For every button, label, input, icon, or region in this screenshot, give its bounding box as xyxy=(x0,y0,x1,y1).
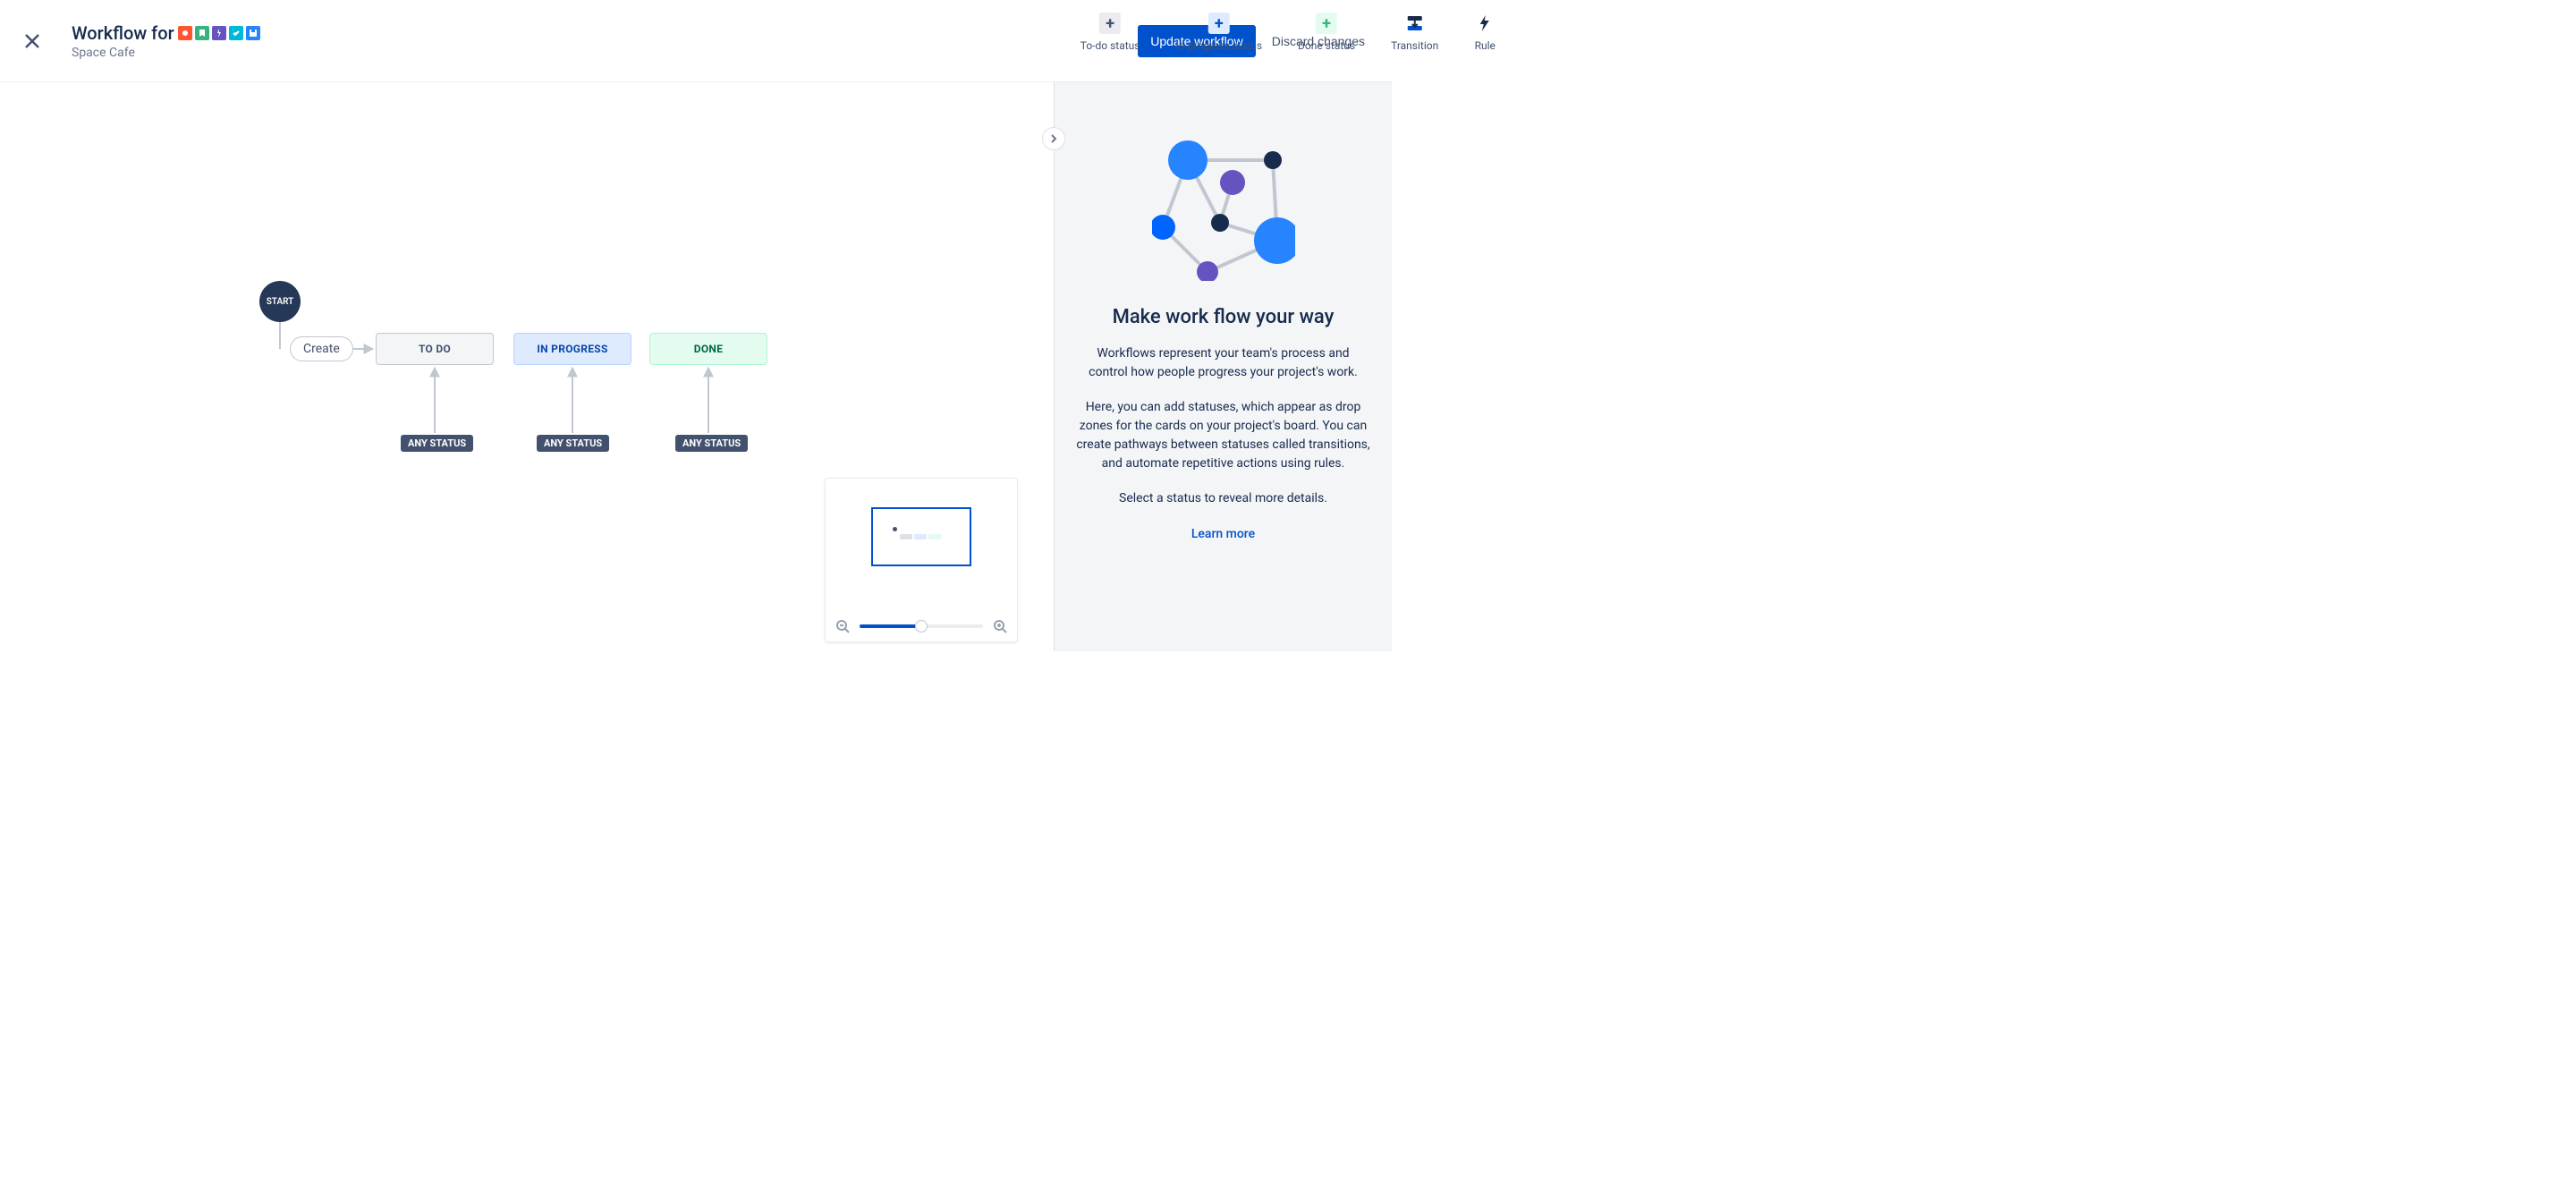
zoom-out-button[interactable] xyxy=(835,618,851,634)
bolt-icon xyxy=(1474,13,1496,34)
status-in-progress[interactable]: IN PROGRESS xyxy=(513,333,631,365)
side-panel-p3: Select a status to reveal more details. xyxy=(1076,489,1370,508)
side-panel: Make work flow your way Workflows repres… xyxy=(1054,82,1392,651)
add-rule-button[interactable]: Rule xyxy=(1474,13,1496,52)
issuetype-task-icon xyxy=(229,26,243,40)
add-inprogress-status-button[interactable]: + In-progress status xyxy=(1175,13,1262,52)
workflow-illustration-icon xyxy=(1152,138,1295,281)
zoom-in-button[interactable] xyxy=(992,618,1008,634)
issue-type-icons xyxy=(178,26,260,40)
side-panel-p1: Workflows represent your team's process … xyxy=(1076,344,1370,382)
status-todo[interactable]: TO DO xyxy=(376,333,494,365)
start-node[interactable]: START xyxy=(259,281,301,322)
issuetype-save-icon xyxy=(246,26,260,40)
learn-more-link[interactable]: Learn more xyxy=(1191,527,1255,541)
add-todo-status-button[interactable]: + To-do status xyxy=(1080,13,1140,52)
project-subtitle: Space Cafe xyxy=(72,46,260,60)
zoom-slider[interactable] xyxy=(860,624,983,628)
issuetype-epic-icon xyxy=(212,26,226,40)
plus-icon: + xyxy=(1316,13,1337,34)
workflow-canvas[interactable]: START Create TO DO IN PROGRESS DONE ANY … xyxy=(0,82,1054,651)
transition-icon xyxy=(1404,13,1426,34)
add-done-status-button[interactable]: + Done status xyxy=(1298,13,1355,52)
page-title: Workflow for xyxy=(72,22,174,44)
plus-icon: + xyxy=(1099,13,1121,34)
minimap-viewport[interactable] xyxy=(826,479,1017,618)
side-panel-p2: Here, you can add statuses, which appear… xyxy=(1076,398,1370,473)
status-done[interactable]: DONE xyxy=(649,333,767,365)
issuetype-story-icon xyxy=(195,26,209,40)
minimap xyxy=(825,478,1018,642)
side-panel-heading: Make work flow your way xyxy=(1076,306,1370,328)
create-transition[interactable]: Create xyxy=(290,336,353,361)
add-transition-button[interactable]: Transition xyxy=(1391,13,1438,52)
any-status-label[interactable]: ANY STATUS xyxy=(537,435,609,452)
issuetype-bug-icon xyxy=(178,26,192,40)
collapse-panel-button[interactable] xyxy=(1042,127,1065,150)
close-icon[interactable] xyxy=(21,30,43,52)
plus-icon: + xyxy=(1208,13,1230,34)
any-status-label[interactable]: ANY STATUS xyxy=(401,435,473,452)
any-status-label[interactable]: ANY STATUS xyxy=(675,435,748,452)
